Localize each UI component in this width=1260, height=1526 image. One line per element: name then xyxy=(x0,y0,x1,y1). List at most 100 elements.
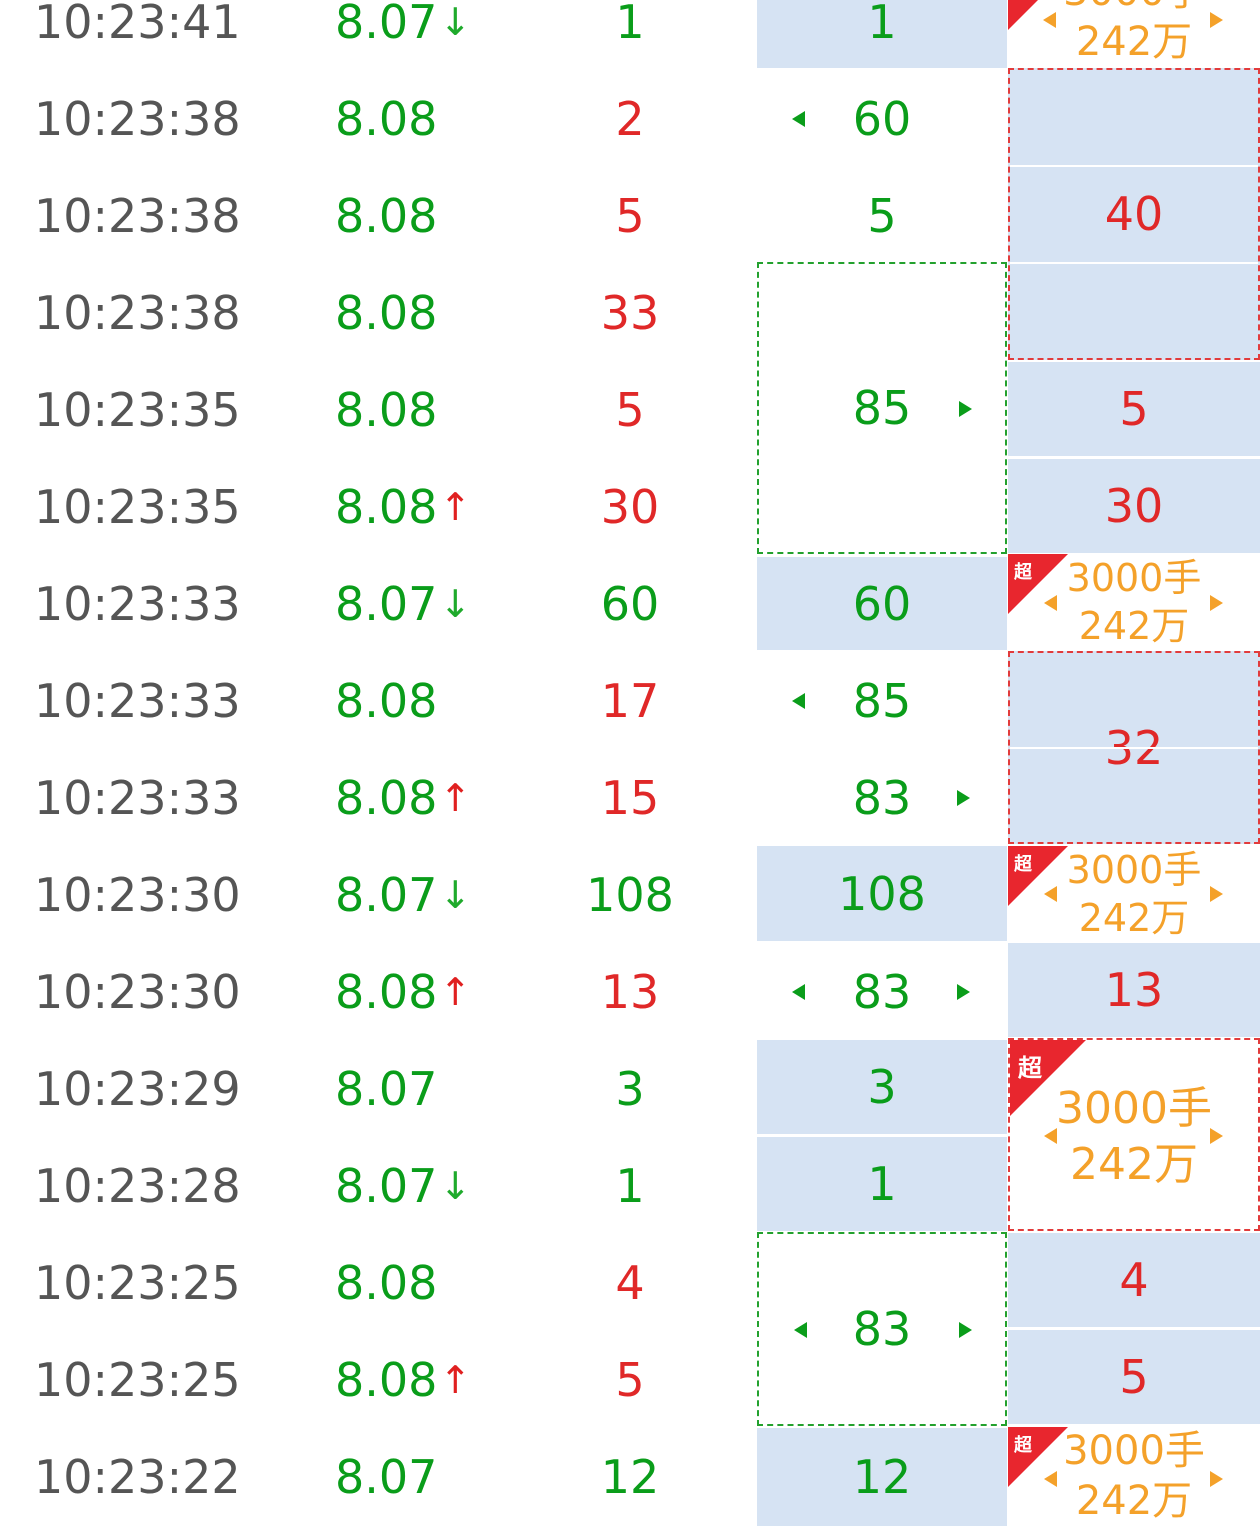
trade-time: 10:23:33 xyxy=(34,577,241,631)
trade-volume: 13 xyxy=(600,965,660,1019)
arrow-down-icon: ↓ xyxy=(439,1164,472,1208)
trade-price: 8.07 xyxy=(335,1041,535,1138)
trade-price: 8.07 xyxy=(335,1429,535,1526)
big-order-badge[interactable]: 超 3000手 242万 xyxy=(1008,554,1260,651)
price-value: 8.08 xyxy=(335,771,438,825)
big-order-badge[interactable]: 3000手 242万 xyxy=(1008,0,1260,68)
right-triangle-icon xyxy=(959,401,972,417)
trade-price: 8.08↑ xyxy=(335,1332,535,1429)
trade-time: 10:23:29 xyxy=(34,1062,241,1116)
volume-value: 1 xyxy=(867,0,897,49)
volume-cell: 85 xyxy=(757,652,1007,749)
trade-time: 10:23:22 xyxy=(34,1450,241,1504)
trade-time: 10:23:38 xyxy=(34,286,241,340)
volume-cell: 30 xyxy=(1008,459,1260,553)
trade-volume: 2 xyxy=(615,92,645,146)
trade-volume: 5 xyxy=(615,383,645,437)
trade-price: 8.08 xyxy=(335,1235,535,1332)
row-divider xyxy=(1010,165,1258,167)
trade-price: 8.08↑ xyxy=(335,459,535,556)
price-value: 8.07 xyxy=(335,1062,438,1116)
price-value: 8.07 xyxy=(335,1159,438,1213)
trade-time: 10:23:38 xyxy=(34,92,241,146)
trade-price: 8.07↓ xyxy=(335,0,535,71)
volume-cell: 60 xyxy=(757,557,1007,650)
big-order-badge[interactable]: 超 3000手 242万 xyxy=(1008,1038,1260,1231)
volume-value: 5 xyxy=(867,188,897,243)
trade-time: 10:23:35 xyxy=(34,383,241,437)
big-order-amount: 242万 xyxy=(1070,1139,1198,1190)
volume-cell: 3 xyxy=(757,1040,1007,1134)
arrow-down-icon: ↓ xyxy=(439,0,472,44)
volume-cell: 13 xyxy=(1008,943,1260,1037)
trade-price: 8.08↑ xyxy=(335,944,535,1041)
right-triangle-icon xyxy=(957,984,970,1000)
right-triangle-icon xyxy=(1210,886,1223,902)
volume-value: 40 xyxy=(1104,187,1164,241)
trade-time: 10:23:41 xyxy=(34,0,241,49)
trade-time: 10:23:35 xyxy=(34,480,241,534)
price-value: 8.07 xyxy=(335,868,438,922)
price-value: 8.08 xyxy=(335,189,438,243)
price-value: 8.08 xyxy=(335,92,438,146)
trade-volume: 30 xyxy=(600,480,660,534)
trade-volume: 1 xyxy=(615,1159,645,1213)
price-value: 8.08 xyxy=(335,1256,438,1310)
price-value: 8.08 xyxy=(335,1353,438,1407)
left-triangle-icon xyxy=(794,1322,807,1338)
arrow-up-icon: ↑ xyxy=(439,485,472,529)
price-value: 8.07 xyxy=(335,0,438,49)
big-order-badge[interactable]: 超 3000手 242万 xyxy=(1008,1427,1260,1526)
left-triangle-icon xyxy=(792,111,805,127)
arrow-up-icon: ↑ xyxy=(439,1358,472,1402)
trade-time: 10:23:25 xyxy=(34,1256,241,1310)
volume-value: 85 xyxy=(852,673,912,728)
big-order-badge[interactable]: 超 3000手 242万 xyxy=(1008,846,1260,942)
super-badge-label: 超 xyxy=(1018,1054,1042,1082)
right-triangle-icon xyxy=(1210,595,1223,611)
big-order-lots: 3000手 xyxy=(1063,1428,1205,1474)
trade-price: 8.08 xyxy=(335,265,535,362)
trade-price: 8.08 xyxy=(335,168,535,265)
price-value: 8.08 xyxy=(335,383,438,437)
volume-value: 60 xyxy=(852,576,912,631)
merged-volume-box: 83 xyxy=(757,1232,1007,1426)
volume-cell: 12 xyxy=(757,1428,1007,1526)
price-value: 8.08 xyxy=(335,965,438,1019)
right-triangle-icon xyxy=(957,790,970,806)
price-value: 8.08 xyxy=(335,286,438,340)
trade-price: 8.08 xyxy=(335,71,535,168)
trade-volume: 12 xyxy=(600,1450,660,1504)
volume-value: 83 xyxy=(852,770,912,825)
volume-cell: 1 xyxy=(757,0,1007,68)
volume-cell: 108 xyxy=(757,846,1007,941)
trade-time: 10:23:30 xyxy=(34,965,241,1019)
trade-price: 8.07↓ xyxy=(335,847,535,944)
trade-time: 10:23:38 xyxy=(34,189,241,243)
trade-price: 8.08↑ xyxy=(335,750,535,847)
volume-value: 108 xyxy=(838,866,926,921)
volume-cell: 83 xyxy=(757,749,1007,846)
volume-value: 83 xyxy=(852,964,912,1019)
trade-volume: 15 xyxy=(600,771,660,825)
volume-cell: 4 xyxy=(1008,1233,1260,1327)
trade-volume: 5 xyxy=(615,189,645,243)
volume-cell: 83 xyxy=(757,943,1007,1040)
trade-volume: 17 xyxy=(600,674,660,728)
trade-price: 8.08 xyxy=(335,653,535,750)
trade-volume: 60 xyxy=(600,577,660,631)
volume-cell: 5 xyxy=(757,167,1007,264)
right-triangle-icon xyxy=(1210,12,1223,28)
left-triangle-icon xyxy=(792,984,805,1000)
right-triangle-icon xyxy=(1210,1128,1223,1144)
arrow-down-icon: ↓ xyxy=(439,582,472,626)
right-triangle-icon xyxy=(1210,1471,1223,1487)
price-value: 8.08 xyxy=(335,480,438,534)
trade-time: 10:23:33 xyxy=(34,674,241,728)
right-triangle-icon xyxy=(959,1322,972,1338)
volume-value: 85 xyxy=(852,381,912,435)
price-value: 8.07 xyxy=(335,1450,438,1504)
trade-time: 10:23:33 xyxy=(34,771,241,825)
price-value: 8.08 xyxy=(335,674,438,728)
volume-value: 83 xyxy=(852,1302,912,1356)
